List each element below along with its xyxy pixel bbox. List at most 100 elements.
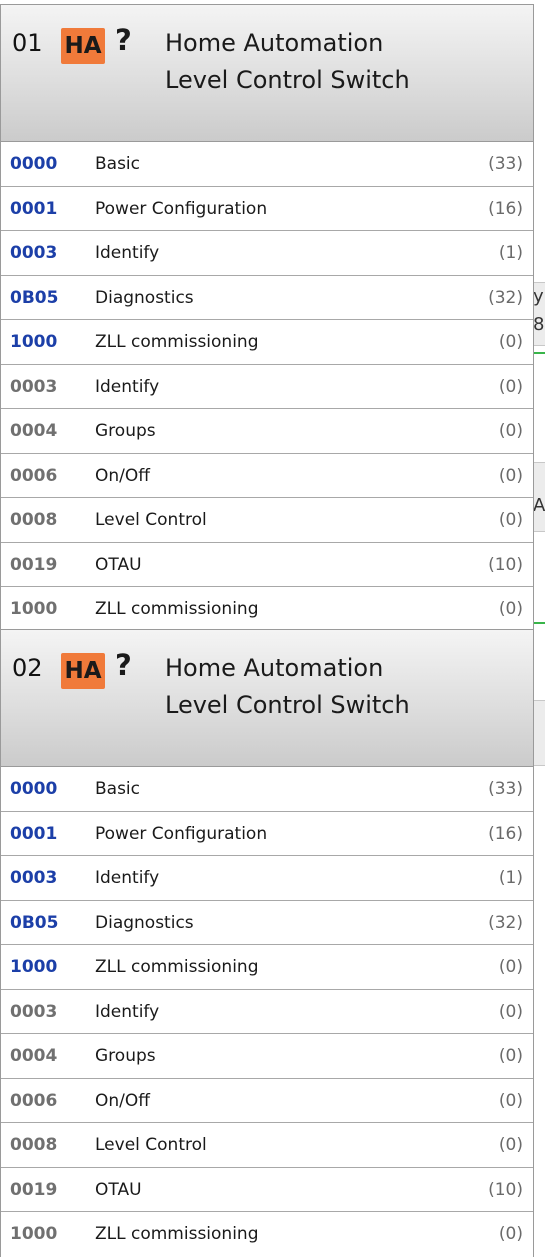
cluster-row[interactable]: 0003 Identify (1) [1,856,533,901]
cluster-attribute-count: (33) [488,154,523,174]
cluster-id: 0019 [10,1179,58,1200]
cluster-row[interactable]: 0006 On/Off (0) [1,1078,533,1123]
cluster-name: Identify [95,376,160,397]
cluster-id: 0B05 [10,287,59,308]
node-card-01[interactable]: 01 HA ? Home Automation Level Control Sw… [0,4,534,633]
cluster-attribute-count: (0) [498,1224,523,1244]
cluster-row[interactable]: 0001 Power Configuration (16) [1,186,533,231]
node-device-title: Level Control Switch [165,691,410,719]
cluster-id: 0000 [10,779,58,799]
cluster-row[interactable]: 0004 Groups (0) [1,1034,533,1079]
cluster-attribute-count: (1) [498,243,523,263]
cluster-name: On/Off [95,465,150,486]
cluster-id: 1000 [10,599,58,619]
cluster-id: 0004 [10,1046,58,1066]
cluster-id: 0B05 [10,912,59,933]
cluster-attribute-count: (0) [498,421,523,441]
cluster-id: 0006 [10,465,58,486]
cluster-row[interactable]: 1000 ZLL commissioning (0) [1,945,533,990]
cluster-list: 0000 Basic (33) 0001 Power Configuration (16)… [1,767,533,1257]
cluster-attribute-count: (0) [498,599,523,619]
help-icon[interactable]: ? [115,23,132,57]
cluster-row[interactable]: 0B05 Diagnostics (32) [1,900,533,945]
cluster-name: ZLL commissioning [95,1224,259,1244]
cluster-id: 0003 [10,243,58,263]
cluster-name: Groups [95,1046,156,1066]
cluster-attribute-count: (0) [498,1090,523,1111]
cluster-attribute-count: (0) [498,1135,523,1155]
cluster-row[interactable]: 0004 Groups (0) [1,409,533,454]
cluster-name: Identify [95,1001,160,1022]
background-fragment-text: 8 [533,314,545,335]
cluster-row[interactable]: 0003 Identify (0) [1,364,533,409]
cluster-id: 0003 [10,868,58,888]
cluster-row[interactable]: 0019 OTAU (10) [1,542,533,587]
cluster-id: 0008 [10,510,58,530]
cluster-name: ZLL commissioning [95,957,259,977]
cluster-attribute-count: (0) [498,1046,523,1066]
cluster-row[interactable]: 0B05 Diagnostics (32) [1,275,533,320]
node-header[interactable]: 01 HA ? Home Automation Level Control Sw… [1,5,533,142]
cluster-row[interactable]: 0019 OTAU (10) [1,1167,533,1212]
connection-line [534,352,545,354]
cluster-attribute-count: (0) [498,332,523,352]
cluster-name: Power Configuration [95,198,268,219]
cluster-name: Identify [95,868,160,888]
cluster-attribute-count: (33) [488,779,523,799]
help-icon[interactable]: ? [115,648,132,682]
cluster-row[interactable]: 1000 ZLL commissioning (0) [1,320,533,365]
cluster-list: 0000 Basic (33) 0001 Power Configuration (16)… [1,142,533,632]
cluster-row[interactable]: 0003 Identify (0) [1,989,533,1034]
cluster-row[interactable]: 0003 Identify (1) [1,231,533,276]
cluster-name: Diagnostics [95,287,194,308]
node-endpoint-index: 01 [12,29,43,57]
cluster-id: 0003 [10,376,58,397]
cluster-row[interactable]: 0008 Level Control (0) [1,498,533,543]
node-card-02[interactable]: 02 HA ? Home Automation Level Control Sw… [0,629,534,1257]
cluster-row[interactable]: 1000 ZLL commissioning (0) [1,1212,533,1257]
connection-line [534,622,545,624]
cluster-name: OTAU [95,1179,142,1200]
cluster-id: 0004 [10,421,58,441]
cluster-attribute-count: (0) [498,376,523,397]
cluster-id: 0001 [10,198,58,219]
node-header[interactable]: 02 HA ? Home Automation Level Control Sw… [1,630,533,767]
cluster-attribute-count: (0) [498,510,523,530]
cluster-row[interactable]: 0008 Level Control (0) [1,1123,533,1168]
cluster-id: 0001 [10,823,58,844]
cluster-attribute-count: (10) [488,554,523,575]
cluster-id: 0006 [10,1090,58,1111]
node-profile-title: Home Automation [165,654,384,682]
cluster-name: On/Off [95,1090,150,1111]
cluster-name: Identify [95,243,160,263]
cluster-row[interactable]: 0000 Basic (33) [1,142,533,187]
cluster-row[interactable]: 0001 Power Configuration (16) [1,811,533,856]
cluster-row[interactable]: 0000 Basic (33) [1,767,533,812]
cluster-name: Level Control [95,510,207,530]
node-graph-canvas[interactable]: y 8 A 01 HA ? Home Automation Level Cont… [0,0,545,1257]
cluster-attribute-count: (16) [488,198,523,219]
node-endpoint-index: 02 [12,654,43,682]
cluster-name: Level Control [95,1135,207,1155]
cluster-name: Diagnostics [95,912,194,933]
cluster-attribute-count: (1) [498,868,523,888]
cluster-name: Basic [95,779,141,799]
cluster-row[interactable]: 1000 ZLL commissioning (0) [1,587,533,632]
cluster-attribute-count: (0) [498,465,523,486]
cluster-id: 1000 [10,1224,58,1244]
cluster-attribute-count: (32) [488,287,523,308]
cluster-id: 0003 [10,1001,58,1022]
cluster-name: Groups [95,421,156,441]
background-fragment-text: A [533,495,545,516]
cluster-id: 0008 [10,1135,58,1155]
profile-badge: HA [61,653,105,689]
cluster-name: ZLL commissioning [95,599,259,619]
cluster-id: 0000 [10,154,58,174]
cluster-row[interactable]: 0006 On/Off (0) [1,453,533,498]
cluster-name: Power Configuration [95,823,268,844]
profile-badge: HA [61,28,105,64]
cluster-id: 1000 [10,332,58,352]
cluster-name: ZLL commissioning [95,332,259,352]
cluster-attribute-count: (32) [488,912,523,933]
node-profile-title: Home Automation [165,29,384,57]
